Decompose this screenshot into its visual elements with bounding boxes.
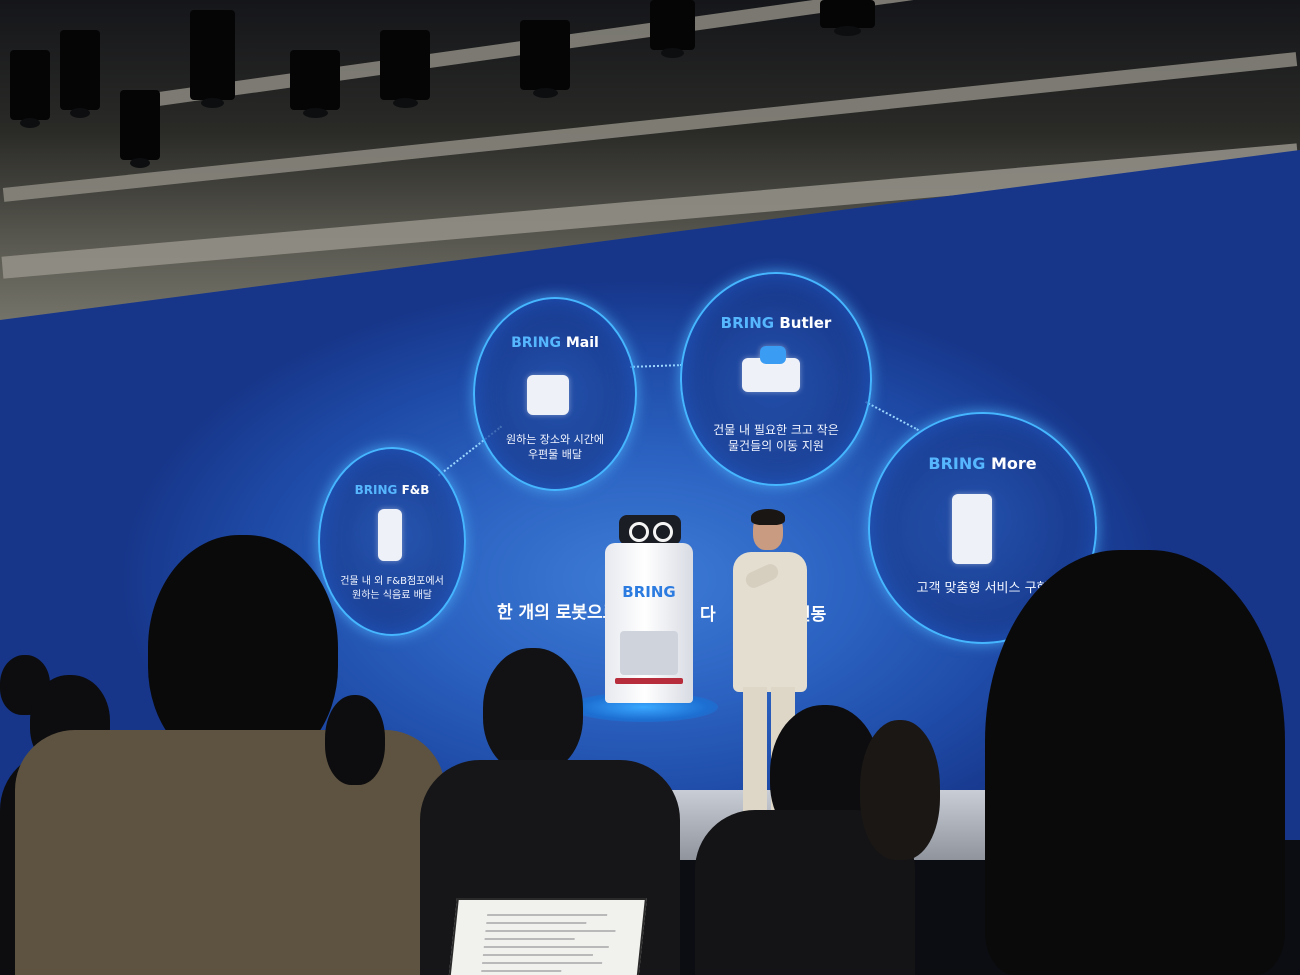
slogan-right-start: 다 — [700, 605, 716, 625]
fnb-robot-icon — [378, 509, 402, 561]
robot-head — [619, 515, 681, 545]
laptop-screen — [447, 898, 647, 975]
slogan-left: 한 개의 로봇으로 — [497, 603, 619, 623]
stage-light — [820, 0, 875, 36]
audience-head — [483, 648, 583, 773]
more-robot-icon — [952, 494, 992, 564]
robot-body: BRING — [605, 543, 693, 703]
text-line — [485, 930, 616, 932]
connector-line — [629, 364, 683, 368]
brand-word: BRING — [720, 314, 775, 332]
text-line — [484, 938, 575, 940]
stage-light — [380, 30, 430, 108]
robot-bumper — [615, 678, 683, 684]
event-photo: BRING F&B 건물 내 외 F&B점포에서 원하는 식음료 배달 BRIN… — [0, 0, 1300, 975]
text-line — [487, 914, 608, 916]
box-icon — [760, 346, 786, 364]
service-name: Butler — [779, 314, 832, 332]
service-name: More — [990, 454, 1037, 473]
service-desc: 건물 내 필요한 크고 작은 물건들의 이동 지원 — [713, 423, 839, 454]
brand-word: BRING — [511, 335, 561, 351]
brand-word: BRING — [354, 483, 398, 497]
service-title: BRING Butler — [682, 314, 870, 332]
text-line — [482, 954, 594, 956]
presenter-hair — [751, 509, 785, 525]
stage-light — [60, 30, 100, 118]
service-desc: 원하는 장소와 시간에 우편물 배달 — [505, 433, 605, 461]
service-name: F&B — [401, 483, 430, 497]
service-circle-mail: BRING Mail 원하는 장소와 시간에 우편물 배달 — [473, 297, 637, 491]
stage-light — [650, 0, 695, 58]
service-desc: 건물 내 외 F&B점포에서 원하는 식음료 배달 — [340, 576, 444, 601]
robot-logo: BRING — [622, 583, 676, 601]
service-title: BRING More — [870, 454, 1095, 473]
text-line — [481, 970, 562, 972]
stage-light — [120, 90, 160, 168]
robot-eye — [653, 522, 673, 542]
service-circle-butler: BRING Butler 건물 내 필요한 크고 작은 물건들의 이동 지원 — [680, 272, 872, 486]
stage-light — [190, 10, 235, 108]
service-title: BRING Mail — [475, 335, 635, 351]
main-robot: BRING — [605, 515, 693, 705]
stage-light — [290, 50, 340, 118]
robot-compartment — [620, 631, 678, 675]
audience-head — [860, 720, 940, 860]
brand-word: BRING — [928, 454, 986, 473]
ceiling-beam — [153, 0, 1047, 107]
service-circle-fnb: BRING F&B 건물 내 외 F&B점포에서 원하는 식음료 배달 — [318, 447, 466, 636]
text-line — [483, 946, 609, 948]
robot-eye — [629, 522, 649, 542]
service-name: Mail — [565, 335, 599, 351]
service-title: BRING F&B — [320, 483, 464, 497]
presenter-leg — [743, 687, 767, 817]
stage-light — [10, 50, 50, 128]
audience-head — [985, 550, 1285, 975]
text-line — [486, 922, 587, 924]
mail-robot-icon — [527, 375, 569, 415]
text-line — [482, 962, 603, 964]
stage-light — [520, 20, 570, 98]
connector-line — [865, 401, 919, 431]
audience-head — [325, 695, 385, 785]
